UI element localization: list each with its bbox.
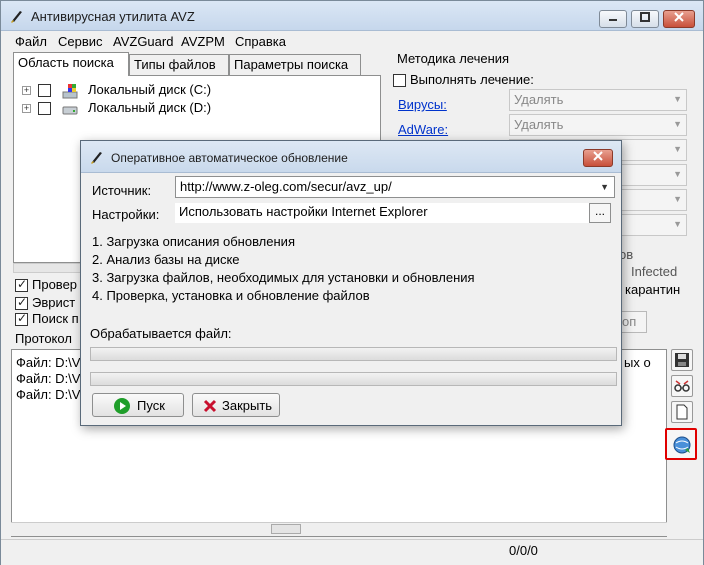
step-1: 1. Загрузка описания обновления <box>92 234 295 249</box>
step-2: 2. Анализ базы на диске <box>92 252 240 267</box>
chevron-down-icon: ▼ <box>673 144 682 154</box>
start-button-label: Пуск <box>137 398 165 413</box>
drive-disk-icon <box>62 106 78 115</box>
tab-search-area[interactable]: Область поиска <box>13 52 129 76</box>
maximize-icon <box>640 12 650 22</box>
tree-item-label: Локальный диск (C:) <box>88 82 212 97</box>
file-progress-bar <box>90 347 617 361</box>
log-line: Файл: D:\V <box>16 355 81 370</box>
log-label: Протокол <box>15 331 72 346</box>
floppy-icon <box>675 353 689 367</box>
step-4: 4. Проверка, установка и обновление файл… <box>92 288 370 303</box>
log-line: Файл: D:\V <box>16 387 81 402</box>
dialog-title: Оперативное автоматическое обновление <box>111 151 348 165</box>
perform-cure-checkbox[interactable] <box>393 74 406 87</box>
tree-item-label: Локальный диск (D:) <box>88 100 212 115</box>
menu-avzguard[interactable]: AVZGuard <box>113 34 173 49</box>
menu-bar: Файл Сервис AVZGuard AVZPM Справка <box>1 32 703 52</box>
option-checkbox[interactable] <box>15 311 28 326</box>
status-bar <box>1 539 703 565</box>
update-databases-button[interactable] <box>665 428 697 460</box>
source-value: http://www.z-oleg.com/secur/avz_up/ <box>180 179 392 194</box>
minimize-button[interactable] <box>599 10 627 28</box>
status-counter: 0/0/0 <box>509 543 538 558</box>
log-scrollbar-thumb[interactable] <box>271 524 301 534</box>
update-dialog: Оперативное автоматическое обновление Ис… <box>80 140 622 426</box>
close-dialog-button[interactable]: Закрыть <box>192 393 280 417</box>
adware-action-select[interactable]: Удалять ▼ <box>509 114 687 136</box>
method-title: Методика лечения <box>397 51 510 66</box>
perform-cure-label: Выполнять лечение: <box>410 72 534 87</box>
glasses-icon <box>674 380 690 392</box>
chevron-down-icon: ▼ <box>673 94 682 104</box>
tab-file-types[interactable]: Типы файлов <box>129 54 229 76</box>
log-line: Файл: D:\V <box>16 371 81 386</box>
drive-d-checkbox[interactable] <box>38 102 51 115</box>
option-checkbox[interactable] <box>15 277 28 292</box>
viruses-action-value: Удалять <box>514 92 564 107</box>
drive-windows-icon <box>62 84 78 99</box>
minimize-icon <box>609 19 617 21</box>
menu-service[interactable]: Сервис <box>58 34 103 49</box>
partial-button-label: оп <box>622 314 637 329</box>
expand-icon[interactable]: + <box>22 104 31 113</box>
source-label: Источник: <box>92 183 152 198</box>
adware-action-value: Удалять <box>514 117 564 132</box>
dialog-title-bar: Оперативное автоматическое обновление <box>81 141 621 173</box>
close-window-button[interactable] <box>663 10 695 28</box>
close-icon <box>593 151 603 161</box>
source-select[interactable]: http://www.z-oleg.com/secur/avz_up/ ▼ <box>175 176 615 198</box>
chevron-down-icon: ▼ <box>673 169 682 179</box>
step-3: 3. Загрузка файлов, необходимых для уста… <box>92 270 475 285</box>
tab-search-params[interactable]: Параметры поиска <box>229 54 361 76</box>
tree-item-drive-c[interactable]: + Локальный диск (C:) <box>22 82 322 100</box>
tree-item-drive-d[interactable]: + Локальный диск (D:) <box>22 100 322 118</box>
play-icon <box>114 398 130 414</box>
update-globe-icon <box>673 436 691 454</box>
chevron-down-icon: ▼ <box>673 219 682 229</box>
settings-value: Использовать настройки Internet Explorer <box>179 204 428 219</box>
dialog-close-button[interactable] <box>583 149 613 167</box>
menu-help[interactable]: Справка <box>235 34 286 49</box>
log-partial: ых о <box>624 355 651 370</box>
settings-label: Настройки: <box>92 207 160 222</box>
log-scrollbar[interactable] <box>11 522 667 536</box>
close-dialog-label: Закрыть <box>222 398 273 413</box>
option-label: Провер <box>32 277 78 292</box>
chevron-down-icon: ▼ <box>600 182 609 192</box>
save-log-button[interactable] <box>671 349 693 371</box>
close-icon <box>674 12 684 22</box>
option-label: Эврист <box>32 295 76 310</box>
viruses-action-select[interactable]: Удалять ▼ <box>509 89 687 111</box>
new-document-button[interactable] <box>671 401 693 423</box>
close-red-x-icon <box>203 399 217 413</box>
window-title: Антивирусная утилита AVZ <box>31 9 195 24</box>
menu-avzpm[interactable]: AVZPM <box>181 34 225 49</box>
settings-browse-button[interactable]: ... <box>589 203 611 223</box>
menu-file[interactable]: Файл <box>15 34 47 49</box>
chevron-down-icon: ▼ <box>673 194 682 204</box>
expand-icon[interactable]: + <box>22 86 31 95</box>
title-bar: Антивирусная утилита AVZ <box>1 1 703 31</box>
partial-text: карантин <box>625 282 681 297</box>
avz-sword-icon <box>11 11 22 23</box>
maximize-button[interactable] <box>631 10 659 28</box>
settings-field: Использовать настройки Internet Explorer <box>175 203 595 223</box>
adware-link[interactable]: AdWare: <box>398 122 448 137</box>
viruses-link[interactable]: Вирусы: <box>398 97 447 112</box>
partial-text: Infected <box>631 264 678 279</box>
chevron-down-icon: ▼ <box>673 119 682 129</box>
document-icon <box>676 404 688 420</box>
option-label: Поиск п <box>32 311 79 326</box>
drive-c-checkbox[interactable] <box>38 84 51 97</box>
avz-sword-icon <box>91 152 102 164</box>
glasses-button[interactable] <box>671 375 693 397</box>
option-checkbox[interactable] <box>15 295 28 310</box>
processing-label: Обрабатывается файл: <box>90 326 232 341</box>
start-button[interactable]: Пуск <box>92 393 184 417</box>
total-progress-bar <box>90 372 617 386</box>
